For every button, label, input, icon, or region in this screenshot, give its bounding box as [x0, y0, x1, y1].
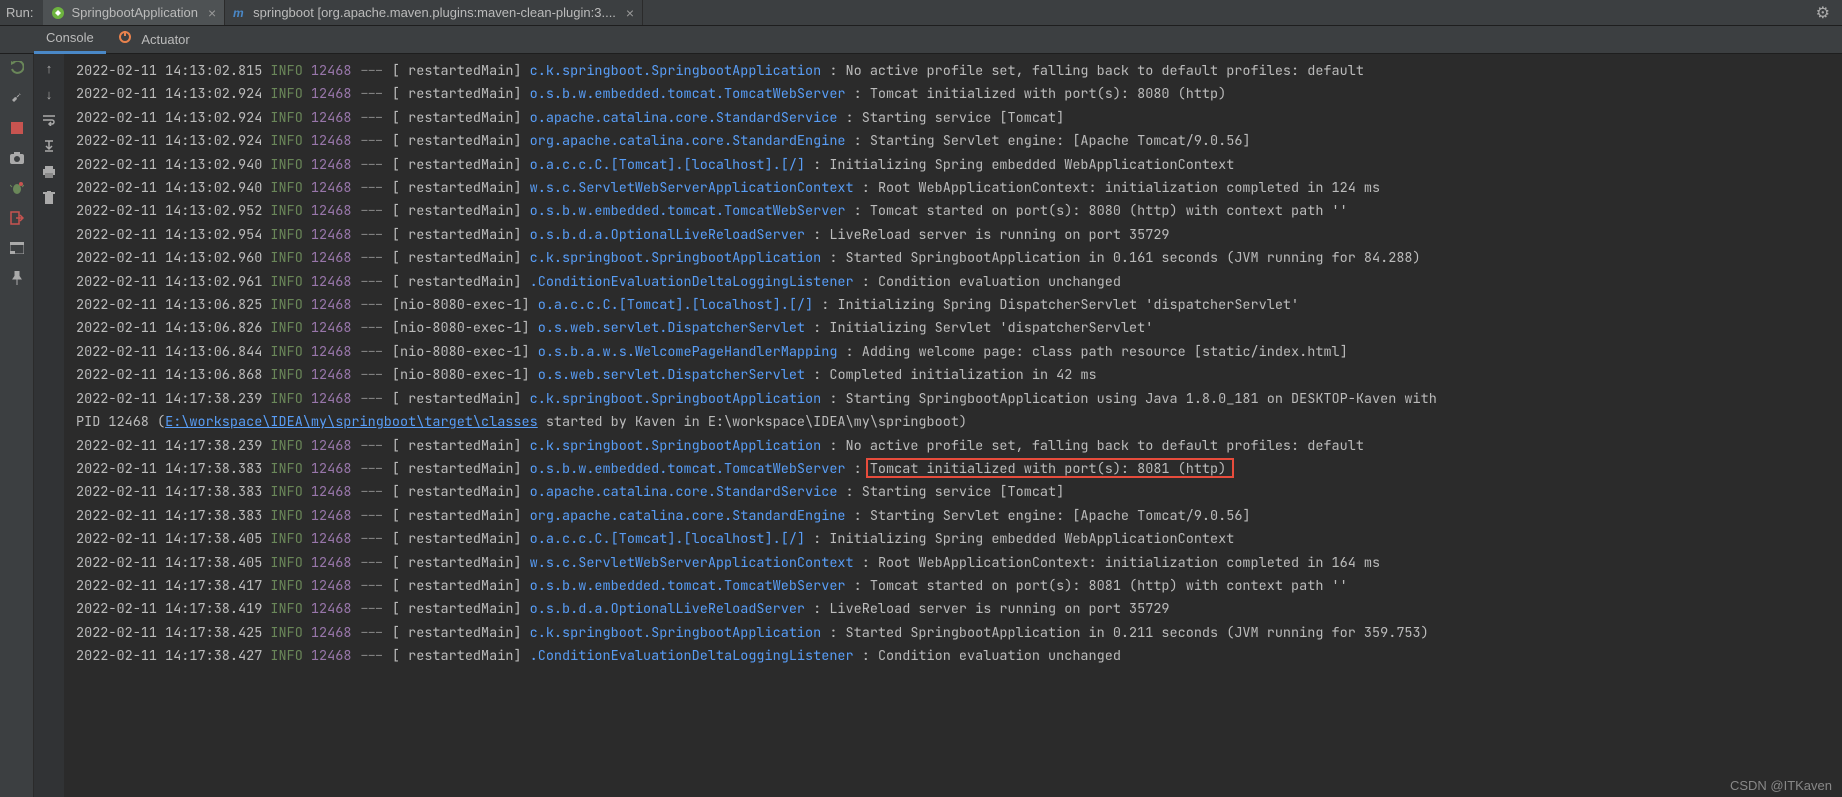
console-output[interactable]: 2022-02-11 14:13:02.815 INFO 12468 --- […	[64, 54, 1842, 797]
camera-icon[interactable]	[9, 150, 25, 166]
log-message: Adding welcome page: class path resource…	[862, 343, 1348, 361]
softwrap-icon[interactable]	[41, 112, 57, 128]
maven-icon: m	[233, 6, 247, 20]
log-line: 2022-02-11 14:17:38.419 INFO 12468 --- […	[76, 598, 1842, 621]
tab-maven[interactable]: m springboot [org.apache.maven.plugins:m…	[225, 0, 643, 25]
pin-icon[interactable]	[9, 270, 25, 286]
tab-label: SpringbootApplication	[71, 5, 197, 20]
svg-text:m: m	[233, 6, 244, 20]
log-message: Started SpringbootApplication in 0.161 s…	[846, 249, 1421, 267]
log-line: PID 12468 (E:\workspace\IDEA\my\springbo…	[76, 411, 1842, 434]
log-line: 2022-02-11 14:13:02.924 INFO 12468 --- […	[76, 107, 1842, 130]
log-message: Starting Servlet engine: [Apache Tomcat/…	[870, 132, 1251, 150]
log-message: Started SpringbootApplication in 0.211 s…	[846, 624, 1429, 642]
log-message: Starting SpringbootApplication using Jav…	[846, 390, 1437, 408]
layout-icon[interactable]	[9, 240, 25, 256]
log-message: LiveReload server is running on port 357…	[829, 600, 1169, 618]
print-icon[interactable]	[41, 164, 57, 180]
file-link[interactable]: E:\workspace\IDEA\my\springboot\target\c…	[165, 413, 538, 431]
log-message: Condition evaluation unchanged	[878, 647, 1121, 665]
log-message: Condition evaluation unchanged	[878, 273, 1121, 291]
log-line: 2022-02-11 14:17:38.425 INFO 12468 --- […	[76, 622, 1842, 645]
log-line: 2022-02-11 14:13:02.954 INFO 12468 --- […	[76, 224, 1842, 247]
body: ↑ ↓ 2022-02-11 14:13:02.815 INFO 12468 -…	[0, 54, 1842, 797]
log-line: 2022-02-11 14:13:02.815 INFO 12468 --- […	[76, 60, 1842, 83]
log-message: Starting service [Tomcat]	[862, 483, 1065, 501]
log-line: 2022-02-11 14:17:38.383 INFO 12468 --- […	[76, 505, 1842, 528]
gear-icon[interactable]: ⚙	[1816, 3, 1836, 23]
log-line: 2022-02-11 14:13:06.826 INFO 12468 --- […	[76, 317, 1842, 340]
log-message: Initializing Spring embedded WebApplicat…	[829, 530, 1234, 548]
log-message: Initializing Servlet 'dispatcherServlet'	[829, 319, 1153, 337]
tab-actuator[interactable]: Actuator	[106, 26, 202, 53]
log-message: Starting service [Tomcat]	[862, 109, 1065, 127]
log-line: 2022-02-11 14:13:02.940 INFO 12468 --- […	[76, 154, 1842, 177]
log-message: Root WebApplicationContext: initializati…	[878, 179, 1380, 197]
bug-icon[interactable]	[9, 180, 25, 196]
wrench-icon[interactable]	[9, 90, 25, 106]
log-message: No active profile set, falling back to d…	[846, 62, 1364, 80]
console-toolbar: ↑ ↓	[34, 54, 64, 797]
log-message: Starting Servlet engine: [Apache Tomcat/…	[870, 507, 1251, 525]
log-line: 2022-02-11 14:17:38.383 INFO 12468 --- […	[76, 481, 1842, 504]
left-toolbar	[0, 54, 34, 797]
log-message: Initializing Spring embedded WebApplicat…	[829, 156, 1234, 174]
tab-console[interactable]: Console	[34, 26, 106, 54]
log-line: 2022-02-11 14:13:06.825 INFO 12468 --- […	[76, 294, 1842, 317]
scroll-to-end-icon[interactable]	[41, 138, 57, 154]
log-line: 2022-02-11 14:17:38.383 INFO 12468 --- […	[76, 458, 1842, 481]
watermark: CSDN @ITKaven	[1730, 778, 1832, 793]
log-line: 2022-02-11 14:13:06.844 INFO 12468 --- […	[76, 341, 1842, 364]
exit-icon[interactable]	[9, 210, 25, 226]
close-icon[interactable]: ×	[208, 5, 216, 21]
log-line: 2022-02-11 14:17:38.427 INFO 12468 --- […	[76, 645, 1842, 668]
log-message: Root WebApplicationContext: initializati…	[878, 554, 1380, 572]
log-line: 2022-02-11 14:13:02.952 INFO 12468 --- […	[76, 200, 1842, 223]
subtab-label: Console	[46, 30, 94, 45]
log-line: 2022-02-11 14:13:02.924 INFO 12468 --- […	[76, 130, 1842, 153]
stop-icon[interactable]	[9, 120, 25, 136]
log-line: 2022-02-11 14:17:38.405 INFO 12468 --- […	[76, 552, 1842, 575]
rerun-icon[interactable]	[9, 60, 25, 76]
log-line: 2022-02-11 14:13:02.940 INFO 12468 --- […	[76, 177, 1842, 200]
tab-springboot-application[interactable]: SpringbootApplication ×	[43, 0, 225, 25]
actuator-icon	[118, 32, 136, 47]
log-message: Tomcat initialized with port(s): 8080 (h…	[870, 85, 1226, 103]
run-header: Run: SpringbootApplication × m springboo…	[0, 0, 1842, 26]
log-line: 2022-02-11 14:17:38.405 INFO 12468 --- […	[76, 528, 1842, 551]
log-message: Tomcat started on port(s): 8080 (http) w…	[870, 202, 1348, 220]
close-icon[interactable]: ×	[626, 5, 634, 21]
log-message: Tomcat started on port(s): 8081 (http) w…	[870, 577, 1348, 595]
subheader: Console Actuator	[0, 26, 1842, 54]
log-line: 2022-02-11 14:13:06.868 INFO 12468 --- […	[76, 364, 1842, 387]
log-message: Initializing Spring DispatcherServlet 'd…	[837, 296, 1299, 314]
up-arrow-icon[interactable]: ↑	[41, 60, 57, 76]
log-message: Tomcat initialized with port(s): 8081 (h…	[870, 460, 1226, 478]
tab-label: springboot [org.apache.maven.plugins:mav…	[253, 5, 616, 20]
log-line: 2022-02-11 14:13:02.924 INFO 12468 --- […	[76, 83, 1842, 106]
run-label: Run:	[6, 5, 33, 20]
log-line: 2022-02-11 14:13:02.961 INFO 12468 --- […	[76, 271, 1842, 294]
log-message: LiveReload server is running on port 357…	[829, 226, 1169, 244]
down-arrow-icon[interactable]: ↓	[41, 86, 57, 102]
leaf-icon	[51, 6, 65, 20]
log-line: 2022-02-11 14:17:38.239 INFO 12468 --- […	[76, 388, 1842, 411]
log-line: 2022-02-11 14:17:38.239 INFO 12468 --- […	[76, 435, 1842, 458]
log-message: Completed initialization in 42 ms	[829, 366, 1096, 384]
log-line: 2022-02-11 14:13:02.960 INFO 12468 --- […	[76, 247, 1842, 270]
log-line: 2022-02-11 14:17:38.417 INFO 12468 --- […	[76, 575, 1842, 598]
log-message: No active profile set, falling back to d…	[846, 437, 1364, 455]
trash-icon[interactable]	[41, 190, 57, 206]
subtab-label: Actuator	[141, 32, 189, 47]
